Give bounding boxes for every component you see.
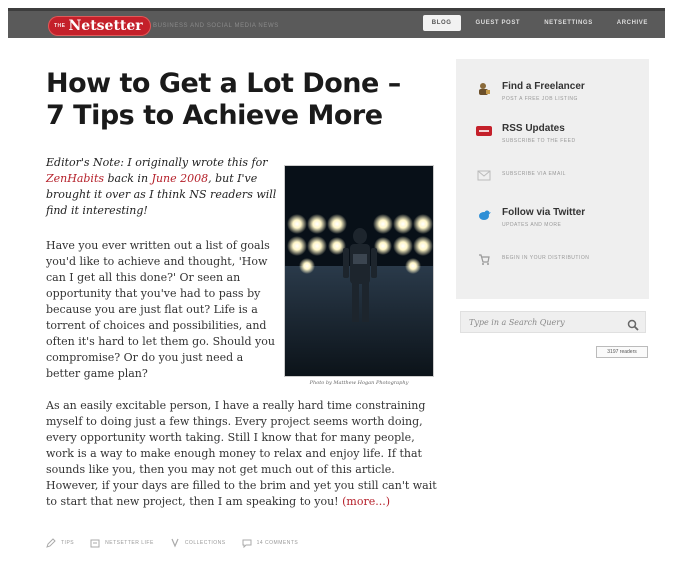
nav-item-archive[interactable]: ARCHIVE xyxy=(608,15,657,31)
editor-note-text-2: back in xyxy=(104,172,152,185)
sidebar-item-email[interactable]: SUBSCRIBE VIA EMAIL xyxy=(476,167,566,182)
meta-tag-collections[interactable]: COLLECTIONS xyxy=(170,538,226,548)
photo-caption: Photo by Matthew Hogan Photography xyxy=(309,380,409,386)
article-paragraph-2-text: As an easily excitable person, I have a … xyxy=(46,399,437,508)
tag-icon xyxy=(170,538,180,548)
article-title[interactable]: How to Get a Lot Done – 7 Tips to Achiev… xyxy=(46,68,406,132)
nav-item-netsettings[interactable]: NETSETTINGS xyxy=(535,15,602,31)
comment-icon xyxy=(242,538,252,548)
sidebar-search xyxy=(460,311,646,333)
sidebar-item-follow-twitter[interactable]: Follow via Twitter UPDATES AND MORE xyxy=(476,207,585,228)
sidebar-item-distribution[interactable]: BEGIN IN YOUR DISTRIBUTION xyxy=(476,251,589,266)
sidebar-panel: Find a Freelancer POST A FREE JOB LISTIN… xyxy=(456,59,649,299)
sidebar-item-subtitle: SUBSCRIBE TO THE FEED xyxy=(502,138,576,144)
concert-lights-image xyxy=(285,166,433,376)
article-photo xyxy=(284,165,434,377)
nav-item-blog[interactable]: BLOG xyxy=(422,15,461,31)
sidebar-item-title: Follow via Twitter xyxy=(502,207,586,218)
meta-comments[interactable]: 14 COMMENTS xyxy=(242,538,299,548)
sidebar-item-subtitle: SUBSCRIBE VIA EMAIL xyxy=(502,171,566,177)
email-icon xyxy=(476,168,492,182)
feed-readers-badge[interactable]: 3197 readers xyxy=(596,346,648,358)
sidebar-item-title: RSS Updates xyxy=(502,123,565,134)
zenhabits-link[interactable]: ZenHabits xyxy=(46,172,104,185)
freelancer-icon xyxy=(476,82,492,96)
pencil-icon xyxy=(46,538,56,548)
article-paragraph-2: As an easily excitable person, I have a … xyxy=(46,398,444,510)
twitter-bird-icon xyxy=(476,208,492,222)
site-tagline: BUSINESS AND SOCIAL MEDIA NEWS xyxy=(153,23,279,29)
site-logo[interactable]: THE Netsetter xyxy=(48,16,151,36)
read-more-link[interactable]: (more...) xyxy=(342,495,390,508)
rss-icon xyxy=(476,124,492,138)
meta-label: TIPS xyxy=(61,540,75,546)
sidebar-item-subtitle: BEGIN IN YOUR DISTRIBUTION xyxy=(502,255,590,261)
sidebar-item-subtitle: POST A FREE JOB LISTING xyxy=(502,96,578,102)
sidebar-item-title: Find a Freelancer xyxy=(502,81,585,92)
logo-prefix: THE xyxy=(54,23,66,29)
meta-label: NETSETTER LIFE xyxy=(105,540,154,546)
meta-category-tips[interactable]: TIPS xyxy=(46,538,74,548)
meta-category-netsetter-life[interactable]: NETSETTER LIFE xyxy=(90,538,154,548)
date-link[interactable]: June 2008 xyxy=(152,172,209,185)
search-icon[interactable] xyxy=(627,316,639,331)
editor-note-text-1: Editor's Note: I originally wrote this f… xyxy=(46,156,268,169)
search-input[interactable] xyxy=(461,312,621,332)
sidebar-item-find-freelancer[interactable]: Find a Freelancer POST A FREE JOB LISTIN… xyxy=(476,81,585,102)
top-nav-bar: THE Netsetter BUSINESS AND SOCIAL MEDIA … xyxy=(8,8,665,38)
editor-note: Editor's Note: I originally wrote this f… xyxy=(46,155,278,219)
nav-item-guest-post[interactable]: GUEST POST xyxy=(467,15,530,31)
meta-label: 14 COMMENTS xyxy=(256,540,299,546)
sidebar-item-rss-updates[interactable]: RSS Updates SUBSCRIBE TO THE FEED xyxy=(476,123,576,144)
cart-icon xyxy=(476,252,492,266)
meta-label: COLLECTIONS xyxy=(184,540,226,546)
folder-icon xyxy=(90,538,100,548)
sidebar-item-subtitle: UPDATES AND MORE xyxy=(502,222,562,228)
logo-name: Netsetter xyxy=(68,18,143,34)
main-nav: BLOG GUEST POST NETSETTINGS ARCHIVE xyxy=(422,15,657,31)
article-meta: TIPS NETSETTER LIFE COLLECTIONS 14 COMME… xyxy=(46,538,298,548)
article-paragraph-1: Have you ever written out a list of goal… xyxy=(46,239,275,380)
